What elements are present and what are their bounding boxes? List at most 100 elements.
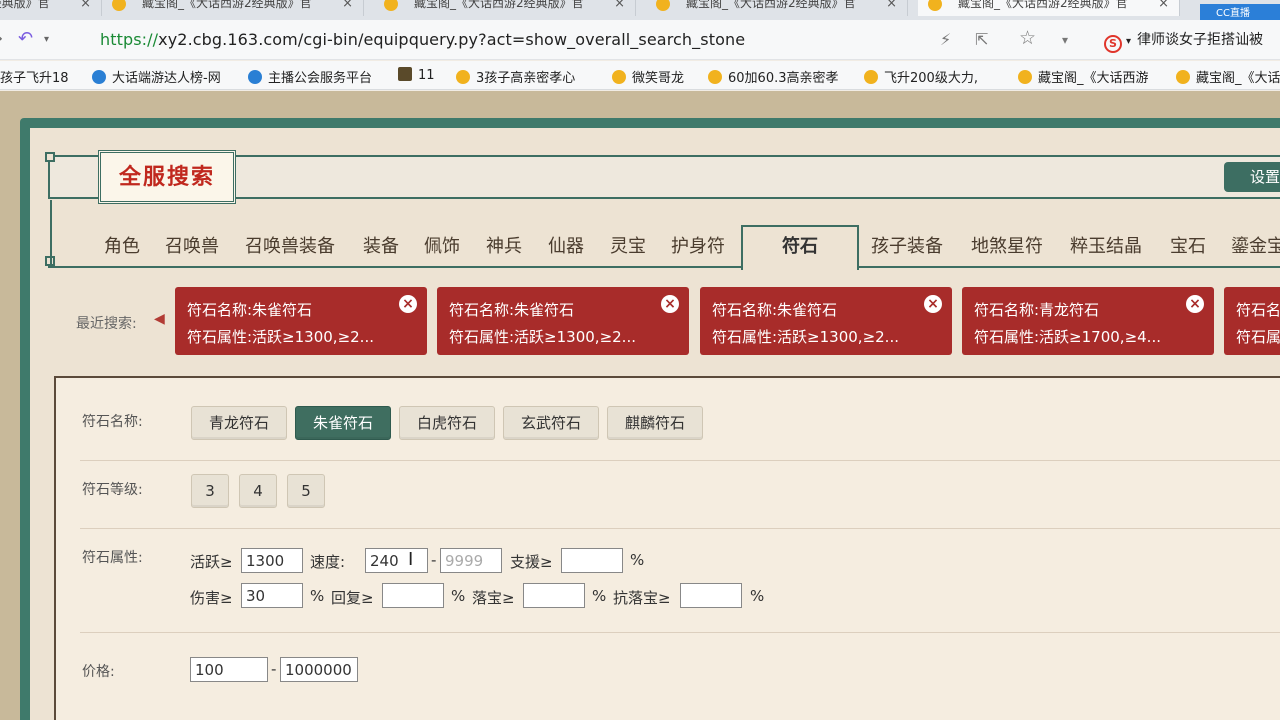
tab-star-talisman[interactable]: 地煞星符 — [971, 232, 1043, 258]
browser-tab[interactable]: 藏宝阁_《大话西游2经典版》官 × — [102, 0, 364, 16]
tab-spirit-treasure[interactable]: 灵宝 — [610, 232, 646, 258]
lightning-icon[interactable]: ⚡ — [940, 30, 951, 49]
tab-child-equipment[interactable]: 孩子装备 — [871, 232, 943, 258]
browser-tab[interactable]: 藏宝阁_《大话西游2经典版》官 × — [374, 0, 636, 16]
recent-search-card[interactable]: 符石名称:朱雀符石 符石属性:活跃≥1300,≥2... × — [437, 287, 689, 355]
bookmark-item[interactable]: 孩子飞升18 — [0, 67, 69, 86]
chevron-down-icon[interactable]: ▾ — [1062, 33, 1068, 47]
tab-jade-crystal[interactable]: 粹玉结晶 — [1070, 232, 1142, 258]
browser-tab-title: 藏宝阁_《大话西游2经典版》官 — [414, 0, 584, 10]
damage-input[interactable] — [241, 583, 303, 608]
close-icon[interactable]: × — [342, 0, 353, 11]
tab-divine-weapon[interactable]: 神兵 — [486, 232, 522, 258]
stone-name-label: 符石名称: — [82, 414, 143, 430]
browser-tab-active[interactable]: 藏宝阁_《大话西游2经典版》官 × — [918, 0, 1180, 16]
support-label: 支援≥ — [510, 553, 553, 571]
close-icon[interactable]: × — [661, 295, 679, 313]
url-field[interactable]: https://xy2.cbg.163.com/cgi-bin/equipque… — [100, 30, 745, 49]
percent-sign: % — [310, 587, 325, 605]
recent-search-attr: 符石属性:活跃≥1300,≥2... — [449, 328, 636, 346]
browser-tab-title: 藏宝阁_《大话西游2经典版》官 — [0, 0, 50, 10]
bookmark-item[interactable]: 大话端游达人榜-网 — [92, 67, 221, 86]
close-icon[interactable]: × — [399, 295, 417, 313]
bookmark-item[interactable]: 11 — [398, 67, 435, 83]
drop-input[interactable] — [523, 583, 585, 608]
option-level-5[interactable]: 5 — [287, 474, 325, 508]
search-suggestion[interactable]: S ▾ 律师谈女子拒搭讪被 — [1104, 29, 1263, 53]
undo-icon[interactable]: ↶ — [18, 28, 33, 49]
close-icon[interactable]: × — [886, 0, 897, 11]
bookmark-item[interactable]: 飞升200级大力, — [864, 67, 978, 86]
bookmark-item[interactable]: 3孩子高亲密孝心 — [456, 67, 575, 86]
option-level-3[interactable]: 3 — [191, 474, 229, 508]
support-input[interactable] — [561, 548, 623, 573]
chevron-down-icon: ▾ — [1126, 36, 1132, 47]
price-min-input[interactable] — [190, 657, 268, 682]
bookmark-label: 飞升200级大力, — [884, 71, 978, 86]
active-label: 活跃≥ — [190, 553, 233, 571]
browser-tab[interactable]: 藏宝阁_《大话西游2经典版》官 × — [0, 0, 102, 16]
tab-summon-beast[interactable]: 召唤兽 — [165, 232, 219, 258]
speed-max-input[interactable] — [440, 548, 502, 573]
price-max-input[interactable] — [280, 657, 358, 682]
bookmark-icon — [456, 70, 470, 84]
browser-tab-title: 藏宝阁_《大话西游2经典版》官 — [686, 0, 856, 10]
tab-immortal-gear[interactable]: 仙器 — [548, 232, 584, 258]
close-icon[interactable]: × — [614, 0, 625, 11]
bookmark-icon — [612, 70, 626, 84]
tab-gem[interactable]: 宝石 — [1170, 232, 1206, 258]
option-azure-dragon[interactable]: 青龙符石 — [191, 406, 287, 440]
bookmark-item[interactable]: 主播公会服务平台 — [248, 67, 372, 86]
bookmark-item[interactable]: 60加60.3高亲密孝 — [708, 67, 839, 86]
recent-search-card[interactable]: 符石名称:朱雀符石 符石属性:活跃≥1300,≥2... × — [175, 287, 427, 355]
bookmark-item[interactable]: 微笑哥龙 — [612, 67, 684, 86]
tab-equipment[interactable]: 装备 — [363, 232, 399, 258]
browser-tab[interactable]: 藏宝阁_《大话西游2经典版》官 × — [646, 0, 908, 16]
star-icon[interactable]: ☆ — [1019, 27, 1036, 49]
close-icon[interactable]: × — [924, 295, 942, 313]
share-icon[interactable]: ⇱ — [975, 30, 988, 49]
anti-drop-input[interactable] — [680, 583, 742, 608]
option-vermilion-bird[interactable]: 朱雀符石 — [295, 406, 391, 440]
close-icon[interactable]: × — [1186, 295, 1204, 313]
bookmark-icon — [92, 70, 106, 84]
bookmark-item[interactable]: 藏宝阁_《大话 — [1176, 67, 1280, 86]
option-black-tortoise[interactable]: 玄武符石 — [503, 406, 599, 440]
page-title: 全服搜索 — [118, 164, 215, 190]
bookmark-label: 3孩子高亲密孝心 — [476, 71, 576, 86]
tab-rune-stone[interactable]: 符石 — [741, 225, 859, 270]
row-divider — [80, 460, 1280, 461]
tab-summon-equipment[interactable]: 召唤兽装备 — [245, 232, 335, 258]
option-white-tiger[interactable]: 白虎符石 — [399, 406, 495, 440]
recent-search-card[interactable]: 符石名称:青龙符石 符石属性:活跃≥1700,≥4... × — [962, 287, 1214, 355]
recent-search-attr: 符石属 — [1236, 328, 1280, 346]
speed-label: 速度: — [310, 553, 346, 571]
percent-sign: % — [592, 587, 607, 605]
chevron-down-icon[interactable]: ▾ — [44, 34, 49, 45]
recent-search-card[interactable]: 符石名称:朱雀符石 符石属性:活跃≥1300,≥2... × — [700, 287, 952, 355]
option-qilin[interactable]: 麒麟符石 — [607, 406, 703, 440]
header-button[interactable]: 设置 — [1224, 162, 1280, 192]
bookmark-item[interactable]: 藏宝阁_《大话西游 — [1018, 67, 1149, 86]
extension-badge[interactable]: CC直播 — [1200, 4, 1280, 20]
recent-search-card[interactable]: 符石名 符石属 — [1224, 287, 1280, 355]
active-input[interactable] — [241, 548, 303, 573]
anti-drop-label: 抗落宝≥ — [613, 589, 671, 607]
tab-role[interactable]: 角色 — [104, 232, 140, 258]
tab-gilded-gem[interactable]: 鎏金宝 — [1231, 232, 1280, 258]
tab-amulet[interactable]: 护身符 — [671, 232, 725, 258]
browser-tab-strip: 藏宝阁_《大话西游2经典版》官 × 藏宝阁_《大话西游2经典版》官 × 藏宝阁_… — [0, 0, 1280, 20]
option-level-4[interactable]: 4 — [239, 474, 277, 508]
recent-search-name: 符石名 — [1236, 301, 1280, 319]
bookmark-label: 藏宝阁_《大话 — [1196, 71, 1280, 86]
tab-accessory[interactable]: 佩饰 — [424, 232, 460, 258]
recent-search-name: 符石名称:朱雀符石 — [187, 301, 313, 319]
close-icon[interactable]: × — [1158, 0, 1169, 11]
bookmark-label: 主播公会服务平台 — [268, 71, 373, 86]
forward-icon[interactable]: › — [0, 28, 3, 49]
close-icon[interactable]: × — [80, 0, 91, 11]
recover-input[interactable] — [382, 583, 444, 608]
scroll-left-icon[interactable]: ◀ — [154, 311, 165, 327]
speed-min-input[interactable] — [365, 548, 428, 573]
drop-label: 落宝≥ — [472, 589, 515, 607]
